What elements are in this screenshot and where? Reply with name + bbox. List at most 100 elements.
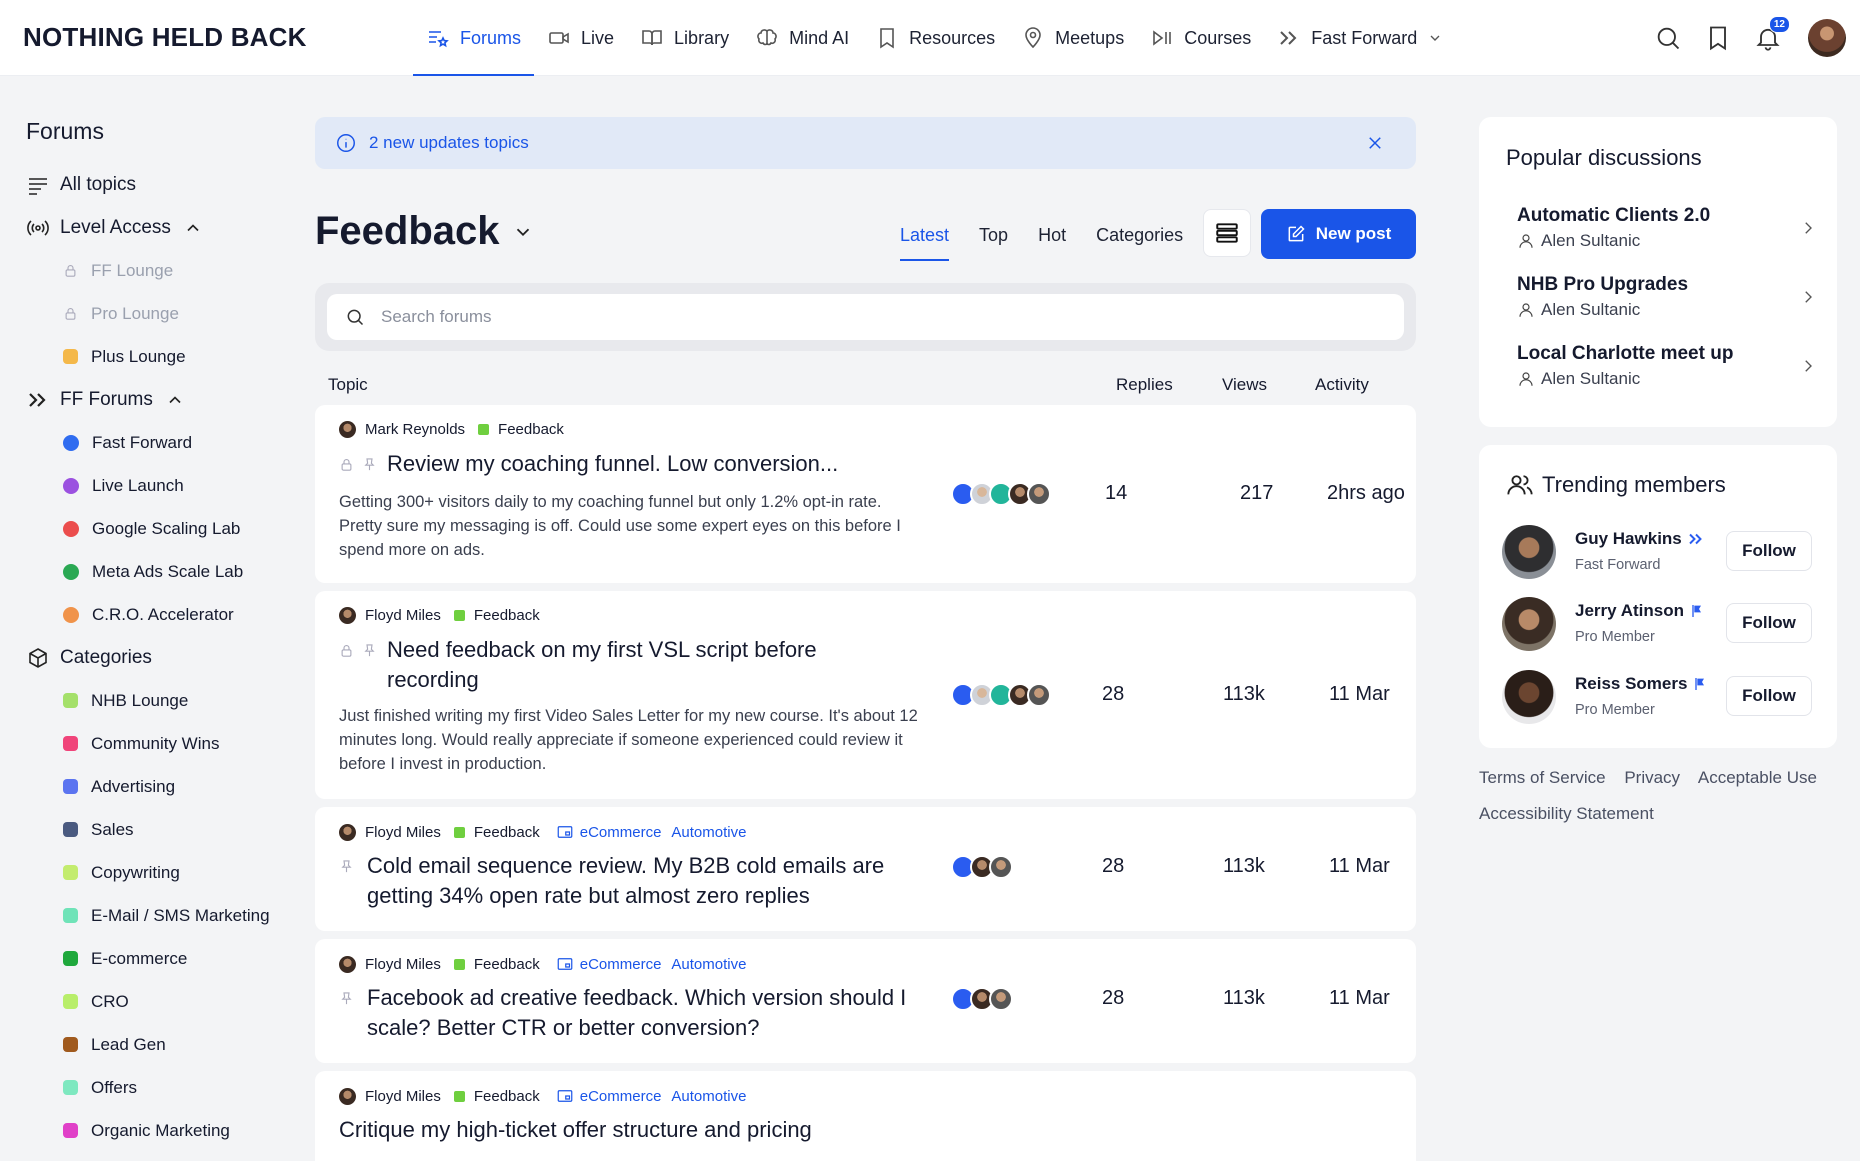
sidebar-item-lead-gen[interactable]: Lead Gen (26, 1023, 296, 1066)
member-name[interactable]: Guy Hawkins (1575, 529, 1682, 549)
topic-row[interactable]: Floyd Miles Feedback eCommerce Automotiv… (315, 939, 1416, 1063)
nav-library[interactable]: Library (627, 0, 742, 76)
close-icon[interactable] (1366, 134, 1384, 152)
footer-link-acceptable-use[interactable]: Acceptable Use (1698, 768, 1817, 787)
participants (951, 987, 1013, 1011)
footer-link-accessibility[interactable]: Accessibility Statement (1479, 804, 1654, 823)
category-label[interactable]: Feedback (474, 607, 540, 624)
search-input[interactable] (381, 307, 1181, 327)
sidebar-item-nhb-lounge[interactable]: NHB Lounge (26, 679, 296, 722)
sidebar-item-cro[interactable]: CRO (26, 980, 296, 1023)
sidebar-item-copywriting[interactable]: Copywriting (26, 851, 296, 894)
sidebar-section-ff-forums[interactable]: FF Forums (26, 378, 296, 421)
popular-item[interactable]: Local Charlotte meet up Alen Sultanic (1517, 343, 1817, 389)
topic-row[interactable]: Floyd Miles Feedback eCommerce Automotiv… (315, 1071, 1416, 1161)
author-name[interactable]: Floyd Miles (365, 824, 441, 841)
member-avatar[interactable] (1502, 670, 1556, 724)
chevron-right-icon (1805, 222, 1812, 234)
tag-label[interactable]: Automotive (671, 1088, 746, 1105)
view-toggle-button[interactable] (1203, 209, 1251, 257)
sidebar-item-e-mail-sms-marketing[interactable]: E-Mail / SMS Marketing (26, 894, 296, 937)
member-avatar[interactable] (1502, 597, 1556, 651)
member-name[interactable]: Reiss Somers (1575, 674, 1687, 694)
brand-logo[interactable]: NOTHING HELD BACK (23, 22, 307, 53)
nav-live[interactable]: Live (534, 0, 627, 76)
category-label[interactable]: Feedback (474, 956, 540, 973)
sidebar-item-ff-lounge[interactable]: FF Lounge (26, 249, 296, 292)
topic-title[interactable]: Critique my high-ticket offer structure … (339, 1115, 939, 1145)
member-avatar[interactable] (1502, 525, 1556, 579)
tab-latest[interactable]: Latest (885, 209, 964, 261)
topic-row[interactable]: Floyd Miles Feedback Need feedback on my… (315, 591, 1416, 799)
category-label[interactable]: Feedback (498, 421, 564, 438)
member-name[interactable]: Jerry Atinson (1575, 601, 1684, 621)
nav-mind-ai[interactable]: Mind AI (742, 0, 862, 76)
topic-row[interactable]: Mark Reynolds Feedback Review my coachin… (315, 405, 1416, 583)
follow-button[interactable]: Follow (1726, 676, 1812, 716)
author-name[interactable]: Floyd Miles (365, 607, 441, 624)
tag-label[interactable]: eCommerce (580, 956, 662, 973)
topic-row[interactable]: Floyd Miles Feedback eCommerce Automotiv… (315, 807, 1416, 931)
user-avatar[interactable] (1808, 19, 1846, 57)
header-replies[interactable]: Replies (1116, 375, 1173, 395)
nav-label: Meetups (1055, 27, 1125, 48)
tab-hot[interactable]: Hot (1023, 209, 1081, 261)
sidebar-item-plus-lounge[interactable]: Plus Lounge (26, 335, 296, 378)
tag-label[interactable]: Automotive (671, 824, 746, 841)
tag-label[interactable]: eCommerce (580, 824, 662, 841)
tab-top[interactable]: Top (964, 209, 1023, 261)
header-activity[interactable]: Activity (1315, 375, 1369, 395)
sidebar-item-offers[interactable]: Offers (26, 1066, 296, 1109)
new-post-button[interactable]: New post (1261, 209, 1416, 259)
follow-button[interactable]: Follow (1726, 531, 1812, 571)
category-label[interactable]: Feedback (474, 824, 540, 841)
footer-link-privacy[interactable]: Privacy (1624, 768, 1680, 787)
sidebar-section-categories[interactable]: Categories (26, 636, 296, 679)
tag-label[interactable]: eCommerce (580, 1088, 662, 1105)
sidebar-item-e-commerce[interactable]: E-commerce (26, 937, 296, 980)
author-name[interactable]: Floyd Miles (365, 956, 441, 973)
sidebar-item-live-launch[interactable]: Live Launch (26, 464, 296, 507)
topic-title[interactable]: Facebook ad creative feedback. Which ver… (367, 983, 937, 1043)
category-label[interactable]: Feedback (474, 1088, 540, 1105)
updates-banner[interactable]: 2 new updates topics (315, 117, 1416, 169)
sidebar-item-organic-marketing[interactable]: Organic Marketing (26, 1109, 296, 1152)
left-sidebar: Forums All topics Level Access FF Lounge… (26, 118, 296, 1152)
brain-icon (757, 29, 777, 46)
sidebar-item-label: FF Lounge (91, 260, 174, 280)
tag-label[interactable]: Automotive (671, 956, 746, 973)
sidebar-item-sales[interactable]: Sales (26, 808, 296, 851)
sidebar-item-meta-ads-scale-lab[interactable]: Meta Ads Scale Lab (26, 550, 296, 593)
author-name[interactable]: Floyd Miles (365, 1088, 441, 1105)
nav-resources[interactable]: Resources (862, 0, 1008, 76)
sidebar-item-label: Lead Gen (91, 1034, 166, 1054)
saved-button[interactable] (1704, 24, 1732, 52)
sidebar-item-pro-lounge[interactable]: Pro Lounge (26, 292, 296, 335)
sidebar-all-topics[interactable]: All topics (26, 163, 296, 206)
nav-forums[interactable]: Forums (413, 0, 535, 76)
follow-button[interactable]: Follow (1726, 603, 1812, 643)
sidebar-item-advertising[interactable]: Advertising (26, 765, 296, 808)
page-title[interactable]: Feedback (315, 209, 534, 254)
sidebar-section-level-access[interactable]: Level Access (26, 206, 296, 249)
tab-categories[interactable]: Categories (1081, 209, 1198, 261)
author-name[interactable]: Mark Reynolds (365, 421, 465, 438)
header-views[interactable]: Views (1222, 375, 1267, 395)
topic-title[interactable]: Need feedback on my first VSL script bef… (387, 635, 887, 695)
nav-courses[interactable]: Courses (1137, 0, 1264, 76)
sidebar-item-c-r-o-accelerator[interactable]: C.R.O. Accelerator (26, 593, 296, 636)
section-label: FF Forums (60, 388, 153, 410)
popular-item[interactable]: Automatic Clients 2.0 Alen Sultanic (1517, 205, 1817, 251)
topic-title[interactable]: Review my coaching funnel. Low conversio… (387, 449, 927, 479)
notifications-button[interactable]: 12 (1754, 16, 1790, 52)
nav-fast-forward[interactable]: Fast Forward (1264, 0, 1456, 76)
sidebar-item-community-wins[interactable]: Community Wins (26, 722, 296, 765)
popular-item[interactable]: NHB Pro Upgrades Alen Sultanic (1517, 274, 1817, 320)
sidebar-item-fast-forward[interactable]: Fast Forward (26, 421, 296, 464)
topic-title[interactable]: Cold email sequence review. My B2B cold … (367, 851, 937, 911)
sidebar-item-google-scaling-lab[interactable]: Google Scaling Lab (26, 507, 296, 550)
footer-link-terms[interactable]: Terms of Service (1479, 768, 1606, 787)
sidebar-item-label: Community Wins (91, 733, 220, 753)
nav-meetups[interactable]: Meetups (1008, 0, 1137, 76)
search-button[interactable] (1654, 24, 1682, 52)
